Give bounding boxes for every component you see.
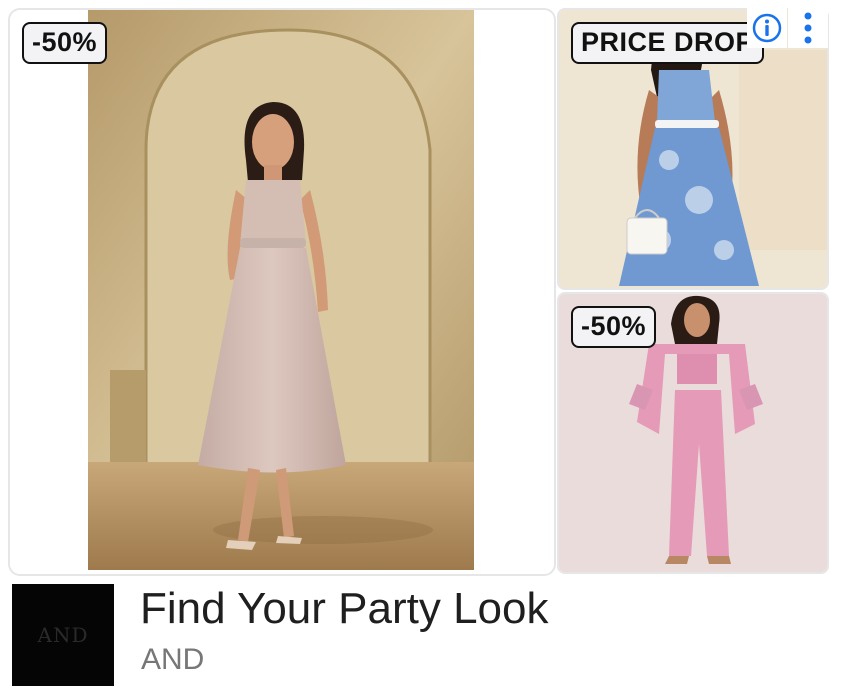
main-product-card[interactable]: -50% xyxy=(8,8,556,576)
product-tile-pink-set[interactable]: -50% xyxy=(557,292,829,574)
ad-headline[interactable]: Find Your Party Look xyxy=(140,584,548,634)
info-button[interactable] xyxy=(747,8,787,48)
product-tile-price-drop[interactable]: PRICE DROP xyxy=(557,8,829,290)
discount-badge: -50% xyxy=(571,306,657,348)
advertiser-name[interactable]: AND xyxy=(141,643,204,677)
more-vertical-icon xyxy=(804,12,812,44)
main-product-photo xyxy=(88,10,474,570)
advertiser-logo-text: AND xyxy=(37,623,89,647)
price-drop-badge: PRICE DROP xyxy=(571,22,765,64)
more-options-button[interactable] xyxy=(788,8,828,48)
discount-badge: -50% xyxy=(22,22,108,64)
info-icon xyxy=(752,13,782,43)
advertiser-logo[interactable]: AND xyxy=(12,584,114,686)
